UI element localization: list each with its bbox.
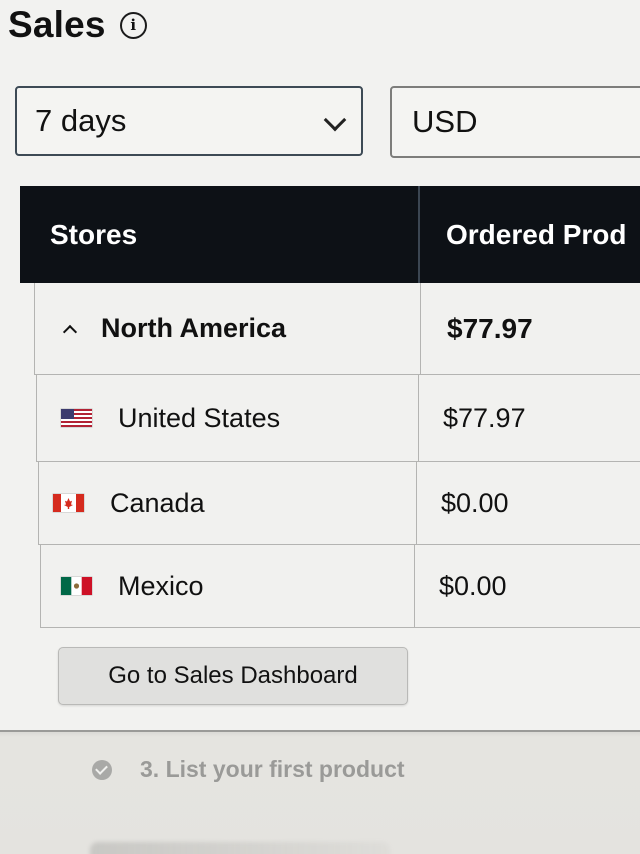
ordered-value: $77.97 (447, 312, 533, 344)
date-range-value: 7 days (35, 103, 127, 138)
column-header-stores[interactable]: Stores (20, 186, 420, 283)
us-flag-icon (61, 409, 92, 427)
info-icon[interactable]: i (119, 11, 147, 39)
check-circle-icon (92, 759, 112, 780)
mexico-flag-icon (61, 577, 92, 595)
ordered-value: $0.00 (439, 570, 507, 601)
table-row[interactable]: Canada $0.00 (38, 462, 640, 545)
store-name: United States (118, 402, 281, 433)
store-cell: Canada (39, 462, 417, 544)
store-cell: Mexico (41, 545, 415, 627)
table-row[interactable]: United States $77.97 (36, 375, 640, 462)
chevron-down-icon (323, 108, 347, 132)
table-row-region[interactable]: North America $77.97 (34, 283, 640, 375)
table-row[interactable]: Mexico $0.00 (40, 545, 640, 628)
next-checklist-step-cutoff (90, 842, 390, 854)
checklist-step[interactable]: 3. List your first product (92, 756, 405, 783)
canada-flag-icon (53, 494, 84, 512)
store-cell: North America (35, 283, 421, 374)
ordered-value: $0.00 (441, 487, 509, 518)
widget-header: Sales i (8, 4, 147, 46)
sales-table: Stores Ordered Prod North America $77.97 (20, 186, 640, 628)
store-name: North America (101, 313, 287, 343)
currency-select[interactable]: USD (390, 86, 640, 158)
store-cell: United States (37, 375, 419, 461)
widget-title: Sales (8, 4, 106, 45)
caret-up-icon[interactable] (62, 324, 78, 339)
column-header-ordered-products[interactable]: Ordered Prod (420, 186, 640, 283)
store-name: Canada (110, 487, 205, 518)
currency-value: USD (412, 104, 478, 139)
page: Sales i 7 days USD Stores Ordered Prod N… (0, 0, 640, 854)
checklist-step-label: 3. List your first product (140, 756, 405, 782)
table-header: Stores Ordered Prod (20, 186, 640, 283)
store-name: Mexico (118, 570, 204, 601)
go-to-sales-dashboard-button[interactable]: Go to Sales Dashboard (58, 647, 408, 705)
ordered-value: $77.97 (443, 402, 526, 433)
date-range-select[interactable]: 7 days (15, 86, 363, 156)
